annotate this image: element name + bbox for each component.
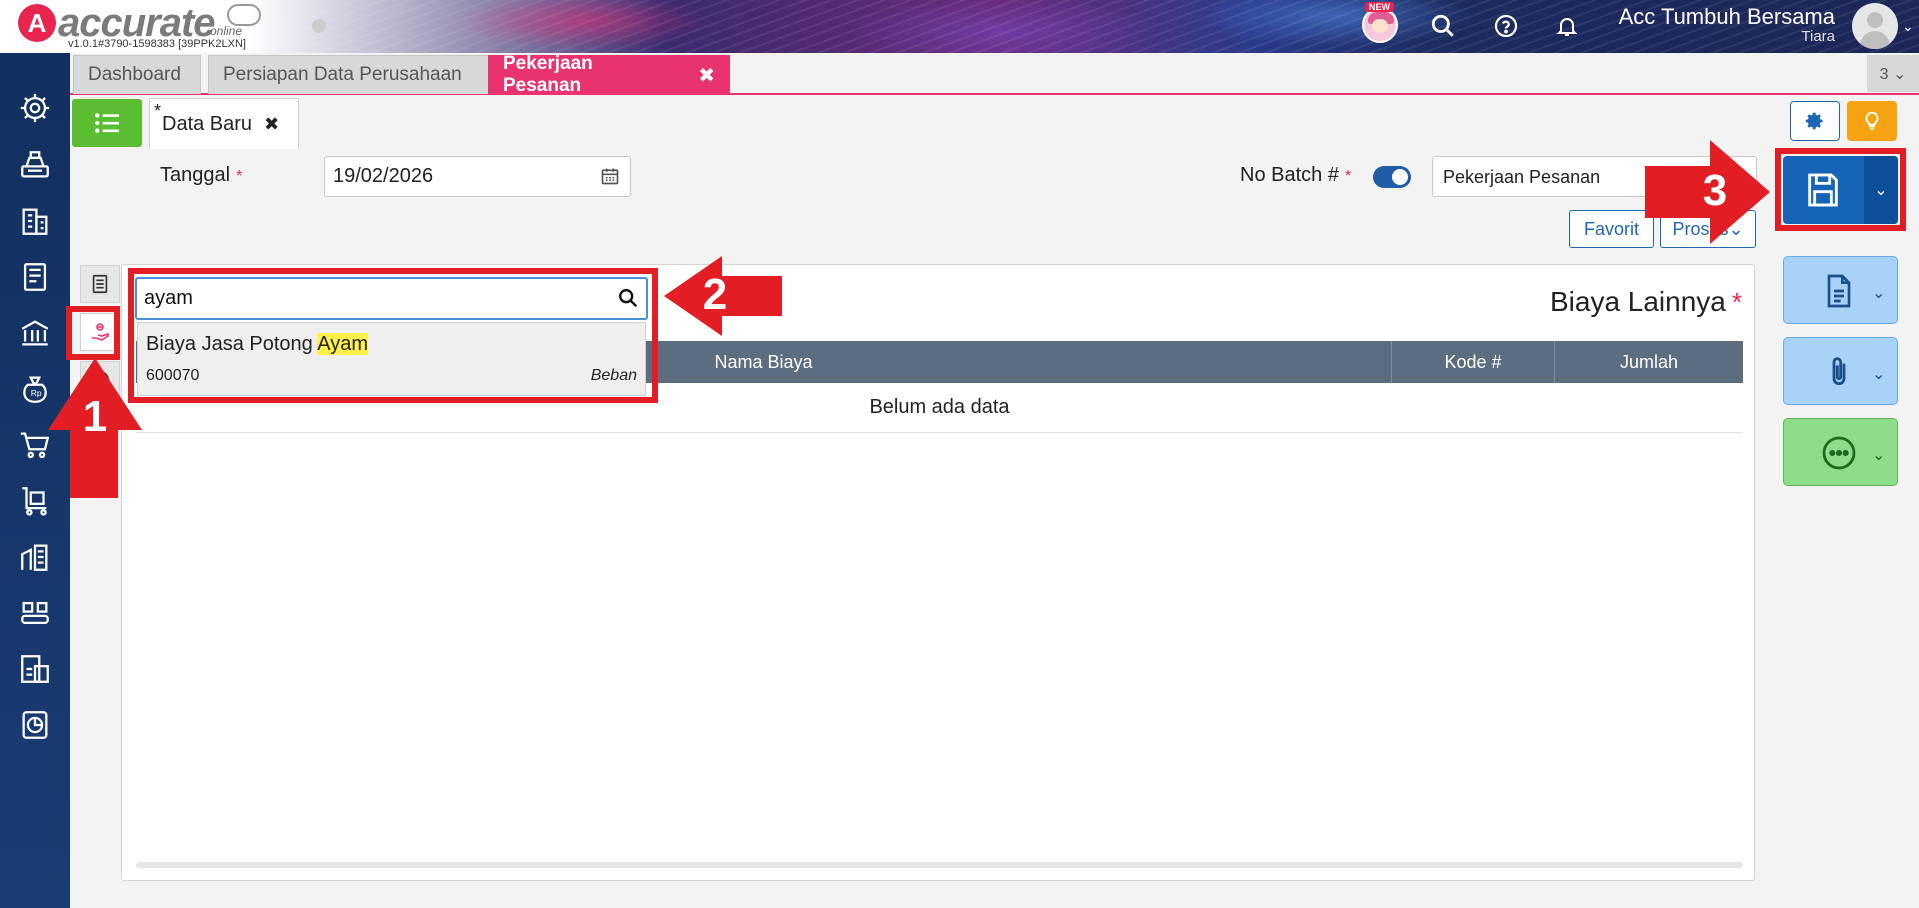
accurate-logo-icon: A — [18, 4, 56, 42]
cash-register-icon — [21, 151, 49, 178]
gear-icon — [20, 93, 50, 123]
logo-text: accurate — [58, 1, 216, 45]
help-icon[interactable] — [1489, 9, 1523, 43]
tab-pekerjaan-pesanan[interactable]: Pekerjaan Pesanan ✖ — [488, 53, 730, 96]
vertical-tab-detail[interactable] — [80, 265, 120, 303]
tips-button[interactable] — [1847, 101, 1897, 141]
horizontal-scrollbar[interactable] — [136, 862, 1743, 868]
tab-dashboard[interactable]: Dashboard — [73, 55, 201, 94]
tax-icon — [21, 655, 49, 683]
no-batch-label: No Batch # * — [1240, 164, 1352, 186]
document-tab-data-baru[interactable]: * Data Baru ✖ — [149, 98, 299, 149]
calendar-icon[interactable] — [600, 166, 620, 191]
new-badge: NEW — [1365, 2, 1394, 12]
logo-subtext: online — [210, 24, 243, 38]
document-icon — [1819, 271, 1859, 316]
lightbulb-icon — [1865, 111, 1879, 131]
paperclip-icon — [1819, 352, 1859, 397]
trolley-icon — [22, 487, 47, 516]
tab-label: Persiapan Data Perusahaan — [223, 64, 462, 85]
chevron-down-icon: ⌄ — [1872, 285, 1886, 302]
column-kode[interactable]: Kode # — [1391, 341, 1554, 383]
user-name: Tiara — [1801, 28, 1835, 45]
search-icon[interactable] — [1426, 9, 1460, 43]
more-dots-icon — [1819, 433, 1859, 478]
cloud-icon — [227, 4, 261, 26]
annotation-box-step1 — [66, 306, 120, 360]
annotation-box-step3 — [1775, 148, 1906, 231]
building-icon — [22, 208, 48, 235]
warehouse-icon — [21, 544, 48, 571]
sidebar-cashier[interactable] — [14, 145, 56, 185]
close-icon[interactable]: ✖ — [698, 63, 715, 88]
book-icon — [23, 263, 47, 291]
sidebar-bank[interactable] — [14, 313, 56, 353]
no-batch-toggle[interactable] — [1373, 166, 1411, 188]
sidebar-company[interactable] — [14, 201, 56, 241]
annotation-number-step1: 1 — [82, 392, 108, 441]
tab-counter[interactable]: 3 ⌄ — [1867, 55, 1919, 92]
document-list-icon — [92, 274, 108, 294]
annotation-box-step2 — [128, 268, 658, 403]
money-bag-icon: Rp — [23, 376, 47, 403]
unsaved-marker: * — [154, 101, 162, 121]
sidebar-inventory[interactable] — [14, 537, 56, 577]
top-header: A accurate online v1.0.1#3790-1598383 [3… — [0, 0, 1919, 53]
svg-text:Rp: Rp — [31, 388, 42, 398]
chevron-down-icon: ⌄ — [1872, 366, 1886, 383]
sidebar-report[interactable] — [14, 705, 56, 745]
annotation-number-step3: 3 — [1702, 166, 1728, 215]
report-chart-icon — [22, 711, 48, 739]
sidebar-manufacture[interactable] — [14, 593, 56, 633]
tab-label: Pekerjaan Pesanan — [503, 53, 593, 96]
sidebar-tax[interactable] — [14, 649, 56, 689]
section-title-biaya-lainnya: Biaya Lainnya * — [1549, 286, 1742, 317]
annotation-number-step2: 2 — [702, 270, 728, 319]
gear-icon — [1805, 112, 1823, 130]
version-text: v1.0.1#3790-1598383 [39PPK2LXN] — [68, 38, 246, 50]
chevron-down-icon: ⌄ — [1872, 447, 1886, 464]
conveyor-icon — [21, 601, 49, 625]
cart-icon — [20, 432, 50, 459]
attachment-button[interactable]: ⌄ — [1783, 337, 1898, 405]
print-document-button[interactable]: ⌄ — [1783, 256, 1898, 324]
bank-icon — [21, 320, 49, 346]
sidebar-settings[interactable] — [14, 88, 56, 128]
list-view-button[interactable] — [72, 99, 142, 147]
chevron-down-icon[interactable]: ⌄ — [1902, 18, 1914, 35]
app-logo[interactable]: A accurate — [18, 1, 216, 45]
sidebar-ledger[interactable] — [14, 257, 56, 297]
more-options-button[interactable]: ⌄ — [1783, 418, 1898, 486]
list-icon — [95, 113, 119, 133]
favorit-button[interactable]: Favorit — [1569, 210, 1654, 248]
close-icon[interactable]: ✖ — [264, 114, 279, 135]
tab-label: Dashboard — [88, 64, 181, 85]
tab-bar: Dashboard Persiapan Data Perusahaan Peke… — [70, 53, 1919, 96]
new-feature-avatar[interactable] — [1362, 7, 1398, 43]
status-dot[interactable] — [312, 19, 326, 33]
tanggal-date-field[interactable]: 19/02/2026 — [324, 156, 631, 197]
company-name[interactable]: Acc Tumbuh Bersama — [1560, 4, 1835, 30]
form-settings-button[interactable] — [1790, 101, 1840, 141]
user-avatar[interactable] — [1852, 3, 1898, 49]
document-tab-label: Data Baru — [162, 112, 253, 135]
column-jumlah[interactable]: Jumlah — [1554, 341, 1743, 383]
tanggal-label: Tanggal * — [160, 164, 243, 186]
